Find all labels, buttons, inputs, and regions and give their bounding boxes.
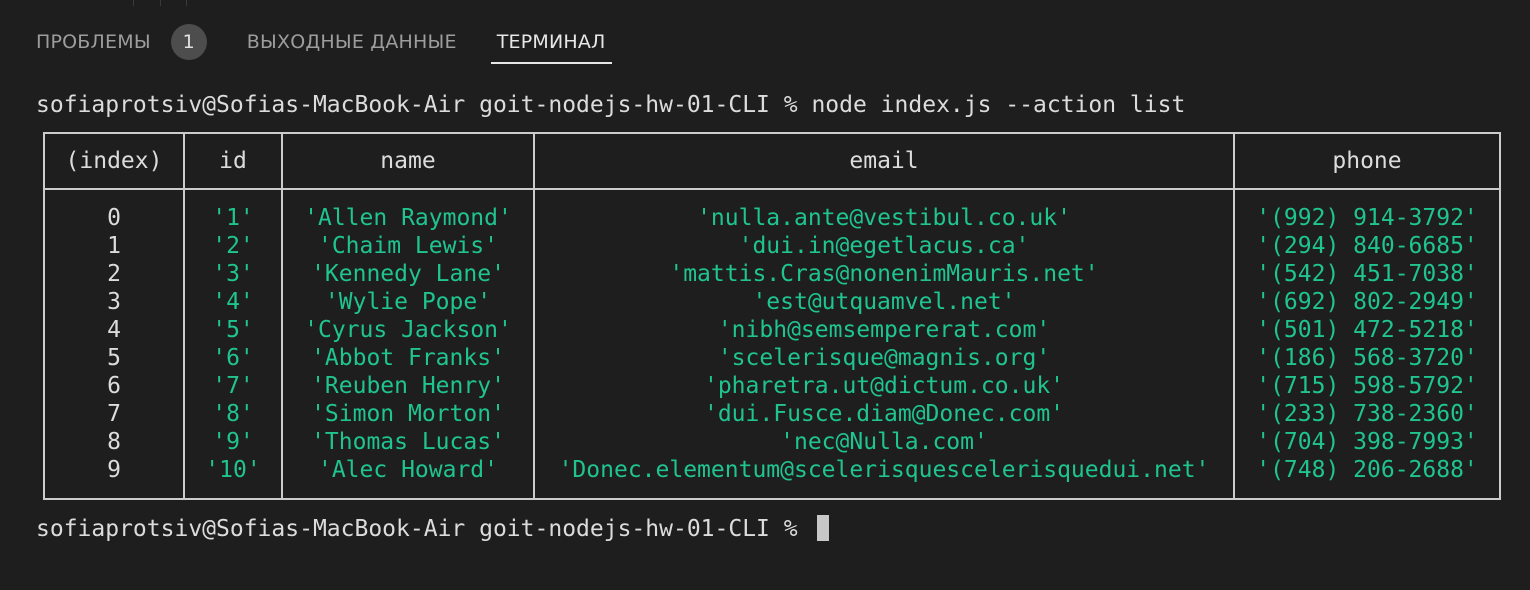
cell-id: '2' [183,232,283,260]
cell-id: '8' [183,400,283,428]
cell-phone: '(501) 472-5218' [1233,316,1501,344]
prompt-line: sofiaprotsiv@Sofias-MacBook-Air goit-nod… [36,512,1530,546]
table-row: 0'1' 'Allen Raymond''nulla.ante@vestibul.… [43,189,1501,232]
tab-problems-label: ПРОБЛЕМЫ [36,31,151,53]
cell-index: 8 [43,428,185,456]
cell-phone: '(992) 914-3792' [1233,189,1501,232]
header-id: id [183,132,283,190]
cell-phone: '(715) 598-5792' [1233,372,1501,400]
cell-name: 'Alec Howard' [281,456,535,500]
table-row: 6'7' 'Reuben Henry''pharetra.ut@dictum.co… [43,372,1501,400]
prompt-text: sofiaprotsiv@Sofias-MacBook-Air goit-nod… [36,516,812,542]
cell-name: 'Allen Raymond' [281,189,535,232]
cell-index: 9 [43,456,185,500]
table-row: 2'3' 'Kennedy Lane''mattis.Cras@nonenimMa… [43,260,1501,288]
table-body: 0'1' 'Allen Raymond''nulla.ante@vestibul.… [43,189,1501,500]
cell-name: 'Thomas Lucas' [281,428,535,456]
table-row: 7'8' 'Simon Morton''dui.Fusce.diam@Donec.… [43,400,1501,428]
tab-output-label: ВЫХОДНЫЕ ДАННЫЕ [246,31,457,53]
cell-name: 'Abbot Franks' [281,344,535,372]
cell-email: 'pharetra.ut@dictum.co.uk' [533,372,1235,400]
cell-id: '3' [183,260,283,288]
cell-index: 6 [43,372,185,400]
panel-top-strip [0,0,1530,6]
cell-email: 'Donec.elementum@scelerisquescelerisqued… [533,456,1235,500]
cell-index: 7 [43,400,185,428]
cell-name: 'Simon Morton' [281,400,535,428]
tab-terminal-label: ТЕРМИНАЛ [496,31,606,53]
cell-phone: '(233) 738-2360' [1233,400,1501,428]
cell-phone: '(294) 840-6685' [1233,232,1501,260]
header-phone: phone [1233,132,1501,190]
cell-name: 'Reuben Henry' [281,372,535,400]
problems-count-badge: 1 [170,24,207,60]
tab-output[interactable]: ВЫХОДНЫЕ ДАННЫЕ [247,22,457,62]
cell-email: 'mattis.Cras@nonenimMauris.net' [533,260,1235,288]
table-row: 4'5' 'Cyrus Jackson''nibh@semsempererat.c… [43,316,1501,344]
cell-id: '6' [183,344,283,372]
table-row: 1'2' 'Chaim Lewis''dui.in@egetlacus.ca' '(… [43,232,1501,260]
cell-name: 'Wylie Pope' [281,288,535,316]
cell-email: 'scelerisque@magnis.org' [533,344,1235,372]
cell-id: '7' [183,372,283,400]
top-divider [160,0,161,6]
cell-index: 5 [43,344,185,372]
cell-id: '1' [183,189,283,232]
console-table: (index) id name email phone 0'1' 'Allen R… [43,132,1501,500]
cell-index: 3 [43,288,185,316]
tab-terminal[interactable]: ТЕРМИНАЛ [490,22,612,64]
cell-id: '4' [183,288,283,316]
table-row: 9'10' 'Alec Howard' 'Donec.elementum@scele… [43,456,1501,500]
cell-email: 'nec@Nulla.com' [533,428,1235,456]
cell-index: 2 [43,260,185,288]
table-header-row: (index) id name email phone [43,132,1501,190]
cell-index: 0 [43,189,185,232]
cell-index: 1 [43,232,185,260]
cell-phone: '(542) 451-7038' [1233,260,1501,288]
table-row: 3'4' 'Wylie Pope''est@utquamvel.net' '(692… [43,288,1501,316]
cell-phone: '(692) 802-2949' [1233,288,1501,316]
cell-email: 'nulla.ante@vestibul.co.uk' [533,189,1235,232]
cell-email: 'nibh@semsempererat.com' [533,316,1235,344]
cell-index: 4 [43,316,185,344]
top-divider [133,0,134,6]
cell-phone: '(704) 398-7993' [1233,428,1501,456]
cell-phone: '(186) 568-3720' [1233,344,1501,372]
header-index: (index) [43,132,185,190]
cell-id: '10' [183,456,283,500]
cell-name: 'Cyrus Jackson' [281,316,535,344]
header-name: name [281,132,535,190]
tab-problems[interactable]: ПРОБЛЕМЫ 1 [36,22,207,62]
table-row: 5'6' 'Abbot Franks''scelerisque@magnis.or… [43,344,1501,372]
cell-phone: '(748) 206-2688' [1233,456,1501,500]
terminal-cursor [817,515,830,541]
table-row: 8'9' 'Thomas Lucas''nec@Nulla.com' '(704) … [43,428,1501,456]
cell-name: 'Chaim Lewis' [281,232,535,260]
header-email: email [533,132,1235,190]
cell-email: 'dui.Fusce.diam@Donec.com' [533,400,1235,428]
terminal-output[interactable]: sofiaprotsiv@Sofias-MacBook-Air goit-nod… [36,88,1530,546]
cell-email: 'dui.in@egetlacus.ca' [533,232,1235,260]
command-line: sofiaprotsiv@Sofias-MacBook-Air goit-nod… [36,92,1186,118]
cell-name: 'Kennedy Lane' [281,260,535,288]
cell-id: '9' [183,428,283,456]
cell-email: 'est@utquamvel.net' [533,288,1235,316]
panel-tabs: ПРОБЛЕМЫ 1 ВЫХОДНЫЕ ДАННЫЕ ТЕРМИНАЛ [36,22,652,66]
cell-id: '5' [183,316,283,344]
top-divider [186,0,187,6]
